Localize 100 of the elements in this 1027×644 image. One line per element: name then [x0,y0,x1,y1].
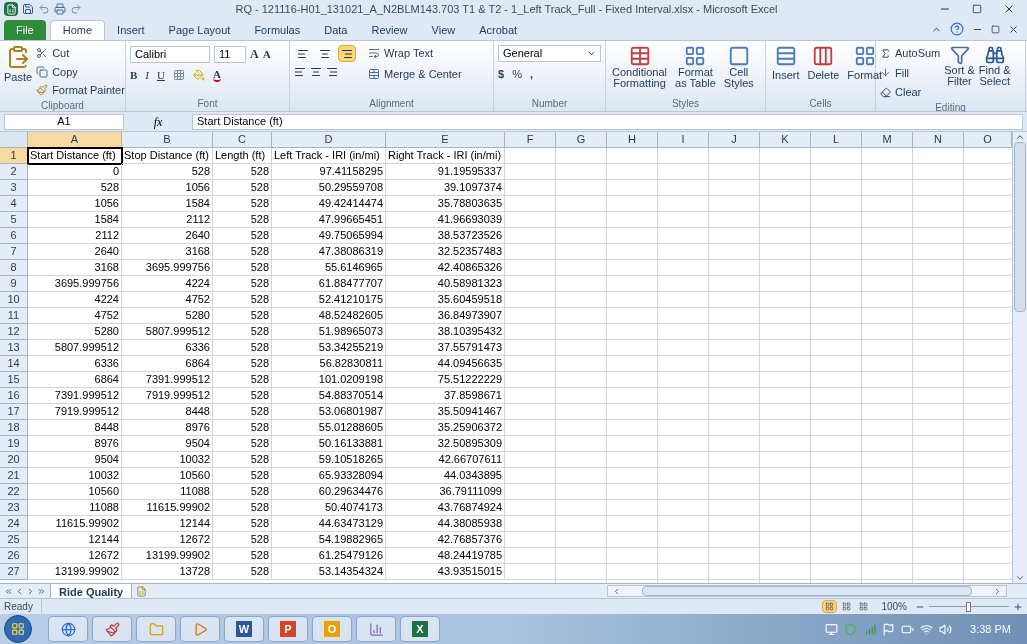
close-button[interactable] [1008,23,1019,35]
align-right-button[interactable] [326,66,338,78]
sheet-tab[interactable]: Ride Quality [50,583,133,599]
save-button[interactable] [22,3,34,15]
align-left-button[interactable] [294,66,306,78]
row-header[interactable]: 25 [0,532,28,548]
scroll-down-button[interactable] [1015,573,1025,583]
next-sheet-button[interactable] [26,586,35,596]
formula-input[interactable]: Start Distance (ft) [192,113,1023,130]
row-header[interactable]: 10 [0,292,28,308]
bold-button[interactable]: B [130,67,138,84]
ribbon-tab[interactable]: Review [359,20,420,40]
clear-button[interactable]: Clear [880,84,941,101]
grow-font-button[interactable]: A [250,45,259,63]
cells-button[interactable]: Delete [805,45,842,84]
underline-button[interactable]: U [157,67,165,84]
row-header[interactable]: 9 [0,276,28,292]
row-header[interactable]: 8 [0,260,28,276]
column-header[interactable]: L [811,132,862,148]
row-header[interactable]: 6 [0,228,28,244]
column-header[interactable]: A [28,132,122,148]
scroll-thumb[interactable] [1014,142,1026,312]
format-painter-button[interactable]: Format Painter [36,82,125,99]
styles-button[interactable]: Format as Table [673,45,718,89]
column-header[interactable]: F [505,132,556,148]
taskbar-button[interactable]: W [224,616,264,642]
row-header[interactable]: 21 [0,468,28,484]
first-sheet-button[interactable] [4,586,13,596]
borders-button[interactable] [172,69,185,82]
ribbon-tab[interactable]: Page Layout [156,20,243,40]
undo-button[interactable] [38,3,50,15]
row-header[interactable]: 22 [0,484,28,500]
merge-center-button[interactable]: Merge & Center [368,65,462,82]
currency-button[interactable]: $ [498,66,505,83]
scroll-right-button[interactable] [993,586,1002,596]
start-button[interactable] [4,615,32,643]
column-header[interactable]: I [658,132,709,148]
cells-button[interactable]: Insert [770,45,802,84]
row-header[interactable]: 5 [0,212,28,228]
ribbon-tab[interactable]: File [4,20,46,40]
scroll-up-button[interactable] [1015,132,1025,142]
scroll-thumb[interactable] [642,586,972,596]
ribbon-tab[interactable]: View [419,20,468,40]
copy-button[interactable]: Copy [36,63,125,80]
row-header[interactable]: 14 [0,356,28,372]
row-header[interactable]: 17 [0,404,28,420]
row-header[interactable]: 16 [0,388,28,404]
font-size-field[interactable]: 11 [214,45,246,63]
print-preview-button[interactable] [54,3,66,15]
ribbon-tab[interactable]: Insert [105,20,157,40]
taskbar-button[interactable]: P [268,616,308,642]
row-header[interactable]: 3 [0,180,28,196]
taskbar-button[interactable] [356,616,396,642]
percent-button[interactable]: % [512,66,522,83]
column-header[interactable]: M [862,132,913,148]
row-header[interactable]: 4 [0,196,28,212]
row-header[interactable]: 15 [0,372,28,388]
column-header[interactable]: B [122,132,213,148]
styles-button[interactable]: Conditional Formatting [610,45,670,89]
row-header[interactable]: 20 [0,452,28,468]
restore-button[interactable] [991,24,1000,34]
zoom-level[interactable]: 100% [881,599,907,614]
row-header[interactable]: 13 [0,340,28,356]
row-header[interactable]: 24 [0,516,28,532]
previous-sheet-button[interactable] [15,586,24,596]
taskbar-button[interactable] [136,616,176,642]
row-header[interactable]: 11 [0,308,28,324]
taskbar-button[interactable] [180,616,220,642]
ribbon-tab[interactable]: Acrobat [467,20,530,40]
taskbar-button[interactable]: X [400,616,440,642]
column-header[interactable]: J [709,132,760,148]
row-header[interactable]: 23 [0,500,28,516]
wrap-text-button[interactable]: Wrap Text [368,45,462,62]
row-header[interactable]: 12 [0,324,28,340]
help-button[interactable] [950,22,964,36]
column-header[interactable]: N [913,132,964,148]
column-header[interactable]: C [213,132,272,148]
zoom-slider-thumb[interactable] [966,601,971,612]
paste-button[interactable]: Paste [4,45,33,86]
insert-sheet-button[interactable] [136,585,148,597]
redo-button[interactable] [70,3,82,15]
row-header[interactable]: 18 [0,420,28,436]
column-header[interactable]: G [556,132,607,148]
styles-button[interactable]: Cell Styles [721,45,756,89]
ribbon-tab[interactable]: Home [49,20,106,40]
view-button[interactable] [822,600,838,613]
font-name-field[interactable]: Calibri [130,45,210,63]
scroll-left-button[interactable] [612,586,621,596]
column-header[interactable]: H [607,132,658,148]
row-header[interactable]: 1 [0,148,28,164]
cut-button[interactable]: Cut [36,45,125,62]
italic-button[interactable]: I [145,67,149,84]
ribbon-tab[interactable]: Formulas [242,20,313,40]
ribbon-tab[interactable]: Data [312,20,360,40]
taskbar-button[interactable] [48,616,88,642]
column-header[interactable]: E [386,132,505,148]
name-box[interactable]: A1 [4,113,124,130]
number-format-field[interactable]: General [498,45,601,62]
row-header[interactable]: 26 [0,548,28,564]
find-select-button[interactable]: Find & Select [978,45,1011,87]
